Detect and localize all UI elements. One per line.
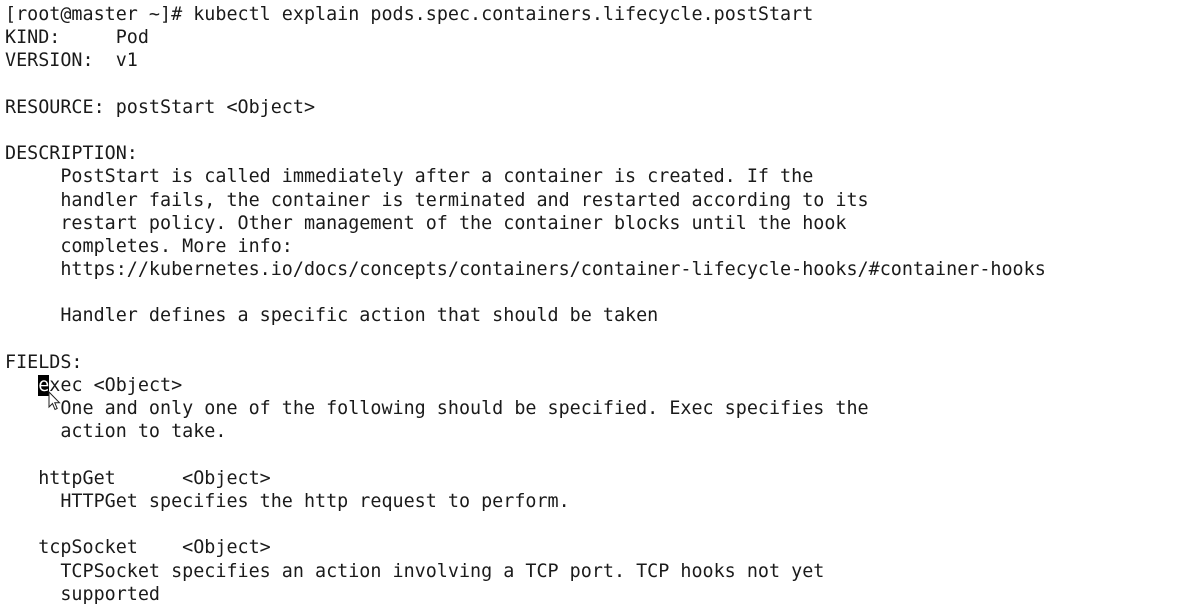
terminal-output: [root@master ~]# kubectl explain pods.sp… (5, 3, 1046, 606)
output-line: PostStart is called immediately after a … (5, 166, 814, 188)
output-line: Handler defines a specific action that s… (5, 305, 659, 327)
field-exec: exec <Object> (5, 374, 1046, 397)
output-line: HTTPGet specifies the http request to pe… (5, 490, 570, 512)
field-indent (5, 375, 38, 396)
field-exec-desc-line: action to take. (5, 421, 227, 443)
output-line: RESOURCE: postStart <Object> (5, 96, 316, 118)
mouse-pointer-icon (48, 391, 61, 411)
output-line: TCPSocket specifies an action involving … (5, 560, 825, 582)
output-line: FIELDS: (5, 351, 83, 373)
output-line: handler fails, the container is terminat… (5, 189, 869, 211)
output-line: tcpSocket <Object> (5, 537, 271, 559)
output-line: VERSION: v1 (5, 50, 138, 72)
output-line: https://kubernetes.io/docs/concepts/cont… (5, 259, 1046, 281)
output-line: KIND: Pod (5, 27, 149, 49)
output-line: completes. More info: (5, 235, 293, 257)
command-line: [root@master ~]# kubectl explain pods.sp… (5, 3, 1046, 26)
command-text: kubectl explain pods.spec.containers.lif… (193, 4, 814, 25)
output-line: restart policy. Other management of the … (5, 212, 847, 234)
output-line: httpGet <Object> (5, 467, 271, 489)
terminal-window[interactable]: [root@master ~]# kubectl explain pods.sp… (0, 0, 1192, 607)
output-line: DESCRIPTION: (5, 143, 138, 165)
output-line: supported (5, 583, 161, 605)
field-exec-rest: xec <Object> (49, 375, 183, 396)
field-exec-desc-line: One and only one of the following should… (5, 398, 869, 420)
shell-prompt: [root@master ~]# (5, 4, 194, 25)
